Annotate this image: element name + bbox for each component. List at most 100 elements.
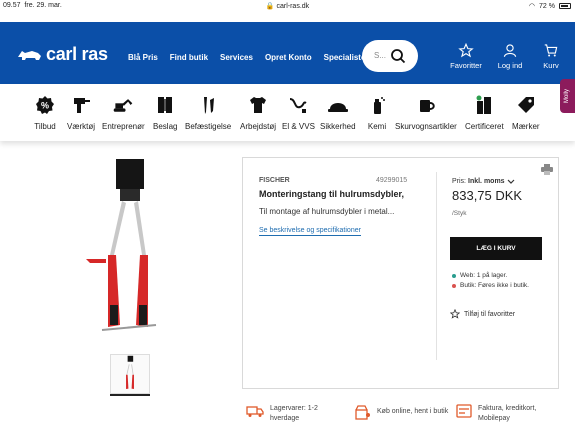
stock-status-dot (452, 283, 456, 288)
nav-find-butik[interactable]: Find butik (170, 53, 208, 62)
price-label: Pris: (452, 178, 466, 185)
favorites-button[interactable]: Favoritter (444, 43, 488, 70)
thumbnail-image (126, 355, 134, 390)
category-label: Entreprenør (102, 122, 145, 131)
thumbnail-active-indicator (110, 394, 150, 396)
stock-status-dot (452, 273, 456, 278)
feature-click-collect: Køb online, hent i butik (355, 404, 467, 420)
site-header: carl ras Blå Pris Find butik Services Op… (0, 22, 575, 84)
cart-button[interactable]: Kurv (532, 43, 570, 70)
category-certificeret[interactable]: Certificeret (465, 94, 504, 131)
main-nav: Blå Pris Find butik Services Opret Konto… (128, 53, 370, 62)
login-button[interactable]: Log ind (488, 43, 532, 70)
category-label: Certificeret (465, 122, 504, 131)
screws-icon (197, 94, 219, 116)
product-brand[interactable]: FISCHER (259, 177, 290, 184)
nav-services[interactable]: Services (220, 53, 253, 62)
spray-can-icon (366, 94, 388, 116)
category-tilbud[interactable]: % Tilbud (34, 94, 56, 131)
category-label: Værktøj (67, 122, 95, 131)
tag-icon (515, 94, 537, 116)
product-title: Monteringstang til hulrumsdybler, (259, 189, 405, 199)
category-beslag[interactable]: Beslag (153, 94, 177, 131)
price-unit: /Styk (452, 210, 467, 217)
feature-delivery-text: Lagervarer: 1-2 hverdage (270, 405, 318, 422)
stock-store-text: Butik: Føres ikke i butik. (460, 282, 529, 289)
battery-percent: 72 % (539, 2, 555, 10)
category-label: Befæstigelse (185, 122, 232, 131)
percent-badge-icon: % (34, 94, 56, 116)
feature-delivery: Lagervarer: 1-2 hverdage (246, 404, 330, 424)
invoice-icon (456, 404, 472, 418)
product-image[interactable] (80, 155, 176, 347)
print-icon[interactable] (541, 164, 553, 175)
add-to-favorites[interactable]: Tilføj til favoritter (450, 309, 515, 319)
category-skurvognsartikler[interactable]: Skurvognsartikler (395, 94, 457, 131)
store-pin-icon (355, 405, 370, 420)
product-card: FISCHER 49299015 Monteringstang til hulr… (242, 157, 559, 389)
helmet-icon (327, 94, 349, 116)
product-description: Til montage af hulrumsdybler i metal... (259, 207, 395, 216)
category-entreprenor[interactable]: Entreprenør (102, 94, 145, 131)
category-sikkerhed[interactable]: Sikkerhed (320, 94, 356, 131)
status-bar: 09.57 fre. 29. mar. 🔒 carl-ras.dk ◠ 72 % (0, 0, 575, 12)
logo[interactable]: carl ras (16, 44, 108, 65)
search-box[interactable]: S... (362, 40, 418, 72)
chevron-down-icon (507, 179, 515, 184)
star-outline-icon (450, 309, 460, 319)
category-label: Sikkerhed (320, 122, 356, 131)
card-divider (436, 172, 437, 360)
drill-icon (70, 94, 92, 116)
category-kemi[interactable]: Kemi (366, 94, 388, 131)
category-label: Mærker (512, 122, 540, 131)
status-indicators: ◠ 72 % (529, 2, 571, 10)
header-actions: Favoritter Log ind Kurv (444, 43, 570, 70)
category-label: El & VVS (282, 122, 315, 131)
wifi-icon: ◠ (528, 3, 536, 10)
address-bar[interactable]: 🔒 carl-ras.dk (0, 2, 575, 10)
svg-text:%: % (41, 101, 49, 111)
category-befaestigelse[interactable]: Befæstigelse (185, 94, 231, 131)
truck-icon (246, 406, 264, 417)
star-icon (458, 43, 474, 58)
login-label: Log ind (497, 61, 523, 70)
price-mode-selector[interactable]: Pris: Inkl. moms (452, 178, 515, 185)
favorites-label: Favoritter (450, 61, 482, 70)
category-label: Skurvognsartikler (395, 122, 457, 131)
category-label: Kemi (367, 122, 387, 131)
feature-click-collect-text: Køb online, hent i butik (377, 408, 449, 415)
cable-icon (287, 94, 309, 116)
logo-text: carl ras (46, 44, 108, 64)
cart-icon (544, 44, 558, 57)
hinge-icon (154, 94, 176, 116)
add-to-cart-button[interactable]: LÆG I KURV (450, 237, 542, 260)
category-label: Beslag (153, 122, 178, 131)
stock-web: Web: 1 på lager. (452, 272, 507, 279)
category-maerker[interactable]: Mærker (512, 94, 540, 131)
stock-store: Butik: Føres ikke i butik. (452, 282, 529, 289)
nav-bla-pris[interactable]: Blå Pris (128, 53, 158, 62)
feature-payment: Faktura, kreditkort, Mobilepay (456, 404, 548, 424)
nav-opret-konto[interactable]: Opret Konto (265, 53, 312, 62)
product-price: 833,75 DKK (452, 188, 523, 203)
category-label: Arbejdstøj (240, 122, 277, 131)
details-link[interactable]: Se beskrivelse og specifikationer (259, 227, 361, 236)
excavator-icon (112, 94, 134, 116)
category-el-vvs[interactable]: El & VVS (282, 94, 315, 131)
stock-web-text: Web: 1 på lager. (460, 272, 508, 279)
favorites-text: Tilføj til favoritter (464, 310, 516, 318)
building-icon (473, 94, 495, 116)
category-arbejdstoj[interactable]: Arbejdstøj (240, 94, 276, 131)
search-icon[interactable] (390, 48, 406, 64)
category-vaerktoj[interactable]: Værktøj (67, 94, 95, 131)
search-input[interactable]: S... (374, 51, 386, 60)
battery-icon (559, 3, 571, 9)
shirt-icon (247, 94, 269, 116)
product-thumbnail[interactable] (110, 354, 150, 394)
product-sku: 49299015 (376, 177, 408, 184)
chat-side-tab[interactable]: Molly (560, 79, 575, 113)
feature-payment-text: Faktura, kreditkort, Mobilepay (478, 405, 537, 422)
mug-icon (415, 94, 437, 116)
category-bar: % Tilbud Værktøj Entreprenør Beslag Befæ… (0, 84, 575, 141)
user-icon (503, 44, 517, 57)
